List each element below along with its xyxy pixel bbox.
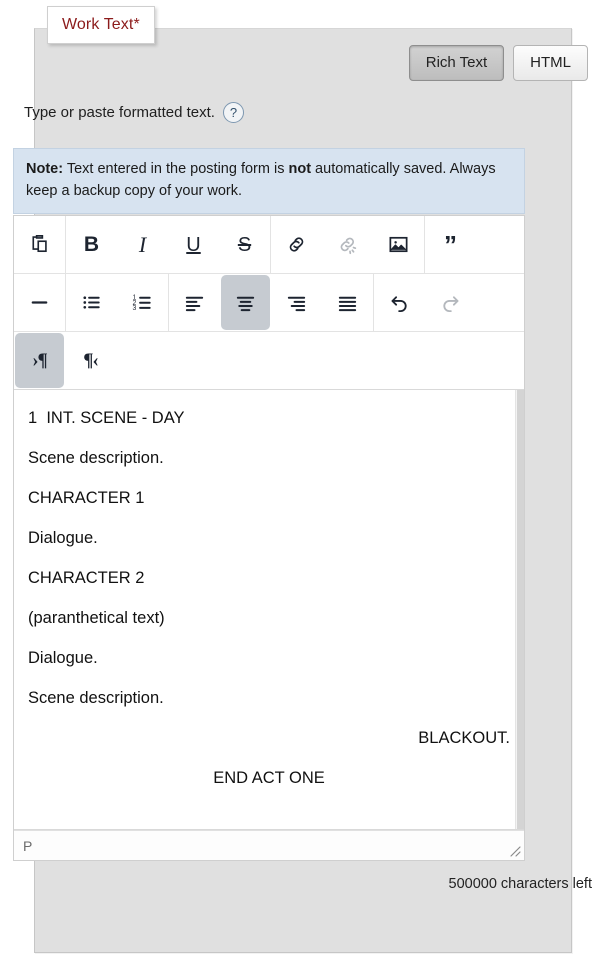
rich-text-mode-button[interactable]: Rich Text [408,45,505,81]
numbered-list-icon[interactable]: 1 2 3 [118,275,167,330]
italic-icon[interactable]: I [118,217,167,272]
align-justify-icon[interactable] [323,275,372,330]
fieldset-legend-work-text: Work Text* [47,6,155,44]
toolbar-row-1: B I U S ” [14,216,524,274]
horizontal-rule-icon[interactable] [15,275,64,330]
toolbar-group-alignment [169,274,374,331]
strikethrough-glyph: S [237,233,252,256]
underline-glyph: U [186,233,201,256]
svg-text:3: 3 [133,305,137,312]
outdent-icon[interactable]: ¶‹ [66,333,115,388]
strikethrough-icon[interactable]: S [220,217,269,272]
note-body-part1: Text entered in the posting form is [63,161,289,177]
content-paragraph[interactable]: (paranthetical text) [28,608,510,628]
html-mode-button[interactable]: HTML [513,45,588,81]
toolbar-group-lists: 1 2 3 [66,274,169,331]
bold-glyph: B [83,233,100,256]
unsaved-warning-note: Note: Text entered in the posting form i… [13,148,525,214]
help-question-icon[interactable]: ? [222,102,244,123]
blockquote-glyph: ” [444,229,457,260]
content-paragraph[interactable]: END ACT ONE [28,768,510,788]
content-paragraph[interactable]: Dialogue. [28,528,510,548]
toolbar-group-quote: ” [425,216,476,273]
toolbar-group-history [374,274,476,331]
content-paragraph[interactable]: CHARACTER 2 [28,568,510,588]
note-label: Note: [26,161,64,177]
toolbar-row-3: ›¶ ¶‹ [14,332,524,390]
link-icon[interactable] [272,217,321,272]
italic-glyph: I [138,231,147,257]
unlink-icon[interactable] [323,217,372,272]
redo-icon[interactable] [426,275,475,330]
underline-icon[interactable]: U [169,217,218,272]
rich-text-editor: B I U S ” 1 2 3 ›¶ ¶‹ 1 INT. SCENE - DAY… [13,215,525,861]
note-emphasis: not [288,161,312,177]
undo-icon[interactable] [375,275,424,330]
instruction-row: Type or paste formatted text. ? [24,102,244,123]
toolbar-group-indent: ›¶ ¶‹ [14,332,116,389]
indent-icon[interactable]: ›¶ [15,333,64,388]
content-paragraph[interactable]: Scene description. [28,448,510,468]
bullet-list-icon[interactable] [67,275,116,330]
content-paragraph[interactable]: 1 INT. SCENE - DAY [28,408,510,428]
toolbar-row-2: 1 2 3 [14,274,524,332]
toolbar-group-rule [14,274,66,331]
character-counter: 500000 characters left [448,876,592,892]
indent-glyph: ›¶ [32,350,48,371]
paste-icon[interactable] [15,217,64,272]
element-path[interactable]: P [23,838,32,854]
editor-statusbar: P [14,830,524,860]
blockquote-icon[interactable]: ” [426,217,475,272]
instruction-text: Type or paste formatted text. [24,104,215,121]
editor-scrollbar[interactable] [515,390,524,829]
content-paragraph[interactable]: Scene description. [28,688,510,708]
resize-grip-icon[interactable] [505,841,521,857]
content-paragraph[interactable]: Dialogue. [28,648,510,668]
editor-mode-toggle: Rich Text HTML [408,45,588,81]
image-icon[interactable] [374,217,423,272]
toolbar-group-inline-format: B I U S [66,216,271,273]
content-paragraph[interactable]: CHARACTER 1 [28,488,510,508]
content-paragraph[interactable]: BLACKOUT. [28,728,510,748]
outdent-glyph: ¶‹ [83,350,99,371]
toolbar-group-insert [271,216,425,273]
bold-icon[interactable]: B [67,217,116,272]
align-center-icon[interactable] [221,275,270,330]
editor-scrollbar-thumb[interactable] [517,390,524,829]
align-left-icon[interactable] [170,275,219,330]
editor-content-area[interactable]: 1 INT. SCENE - DAY Scene description. CH… [14,390,524,830]
align-right-icon[interactable] [272,275,321,330]
toolbar-group-clipboard [14,216,66,273]
